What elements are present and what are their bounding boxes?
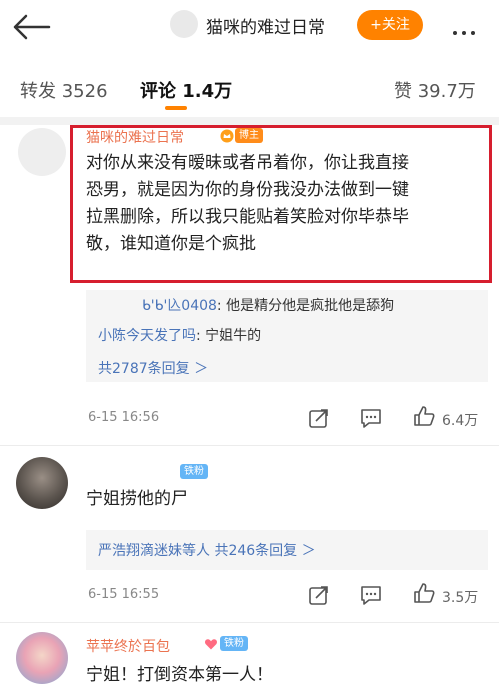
fan-badge: 铁粉: [220, 636, 248, 651]
comment-time: 6-15 16:56: [88, 410, 160, 425]
share-icon[interactable]: [308, 584, 330, 606]
like-icon[interactable]: [413, 582, 435, 604]
back-icon[interactable]: [12, 14, 52, 40]
blogger-badge: 博主: [235, 128, 263, 143]
reply-text: : 他是精分他是疯批他是舔狗: [216, 298, 395, 314]
comment-text: 宁姐！打倒资本第一人！: [86, 665, 273, 685]
like-count: 3.5万: [442, 590, 479, 606]
reply-item: ᑲ'ᑲ'兦0408: 他是精分他是疯批他是舔狗: [142, 294, 394, 318]
reply-preview[interactable]: 严浩翔滴迷妹等人 共246条回复 ＞: [86, 530, 488, 570]
comment-separator: [0, 445, 499, 446]
more-replies-link[interactable]: 严浩翔滴迷妹等人 共246条回复 ＞: [98, 540, 316, 560]
share-icon[interactable]: [308, 407, 330, 429]
reply-author[interactable]: 小陈今天发了吗: [98, 328, 196, 344]
reply-preview[interactable]: ᑲ'ᑲ'兦0408: 他是精分他是疯批他是舔狗 小陈今天发了吗: 宁姐牛的 共2…: [86, 290, 488, 382]
tab-reposts[interactable]: 转发 3526: [20, 77, 108, 103]
crown-icon: [220, 129, 234, 142]
comment-text: 对你从来没有暧昧或者吊着你，你让我直接: [86, 153, 409, 173]
tab-comments[interactable]: 评论 1.4万: [140, 77, 232, 103]
fan-badge: 铁粉: [180, 464, 208, 479]
avatar[interactable]: [16, 457, 68, 509]
follow-button[interactable]: +关注: [357, 10, 423, 40]
comment-text: 拉黑删除，所以我只能贴着笑脸对你毕恭毕: [86, 207, 409, 227]
heart-icon: [205, 638, 217, 649]
avatar[interactable]: [18, 128, 66, 176]
comment-icon[interactable]: [360, 584, 382, 606]
comment-text: 宁姐捞他的尸: [86, 489, 188, 509]
fan-badge-group: 铁粉: [204, 636, 248, 651]
reply-item: 小陈今天发了吗: 宁姐牛的: [98, 324, 261, 348]
header-avatar[interactable]: [170, 10, 198, 38]
reply-author[interactable]: ᑲ'ᑲ'兦0408: [142, 298, 217, 314]
comment-text: 敬，谁知道你是个疯批: [86, 234, 256, 254]
comment-separator: [0, 622, 499, 623]
more-options-icon[interactable]: [453, 20, 483, 35]
like-icon[interactable]: [413, 405, 435, 427]
fan-badge-group: 铁粉: [180, 464, 208, 479]
reply-text: : 宁姐牛的: [196, 328, 262, 344]
tab-likes[interactable]: 赞 39.7万: [394, 77, 476, 103]
comment-author[interactable]: 苹苹终於百包: [86, 636, 170, 656]
page-title: 猫咪的难过日常: [206, 18, 325, 38]
comment-text: 恐男，就是因为你的身份我没办法做到一键: [86, 180, 409, 200]
active-tab-indicator: [165, 106, 187, 110]
section-divider: [0, 117, 499, 125]
comment-time: 6-15 16:55: [88, 587, 160, 602]
comment-author[interactable]: 猫咪的难过日常: [86, 127, 184, 147]
comment-icon[interactable]: [360, 407, 382, 429]
avatar[interactable]: [16, 632, 68, 684]
author-badge: 博主: [220, 128, 263, 143]
like-count: 6.4万: [442, 413, 479, 429]
more-replies-link[interactable]: 共2787条回复 ＞: [98, 358, 208, 378]
